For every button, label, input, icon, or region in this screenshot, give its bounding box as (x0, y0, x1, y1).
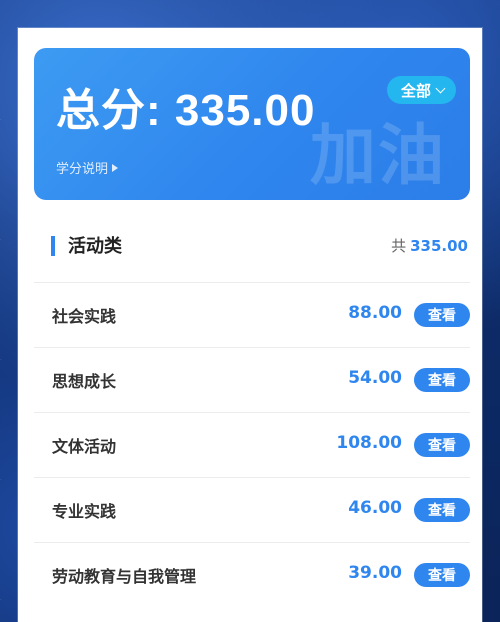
activity-label: 社会实践 (52, 307, 117, 326)
section-total-prefix: 共 (391, 237, 407, 255)
list-item: 社会实践 88.00 查看 (34, 282, 470, 347)
chevron-down-icon (435, 83, 446, 94)
section-header: 活动类 共 335.00 (34, 223, 470, 273)
credit-explanation-label: 学分说明 (56, 162, 109, 177)
activity-score: 39.00 (348, 563, 402, 583)
credits-panel: 加油 总分: 335.00 学分说明 全部 活动类 共 335.00 社会实践 8… (18, 28, 482, 622)
activity-label: 文体活动 (52, 437, 117, 456)
list-item: 文体活动 108.00 查看 (34, 412, 470, 477)
activity-score: 46.00 (348, 498, 402, 518)
activity-label: 专业实践 (52, 502, 117, 521)
triangle-right-icon (112, 163, 119, 172)
activity-score: 88.00 (348, 303, 402, 323)
list-item: 专业实践 46.00 查看 (34, 477, 470, 542)
activity-score: 108.00 (336, 433, 402, 453)
total-score: 总分: 335.00 (56, 86, 316, 135)
activity-label: 劳动教育与自我管理 (52, 567, 197, 586)
section-title: 活动类 (68, 236, 122, 257)
watermark-text: 加油 (310, 117, 446, 194)
view-button[interactable]: 查看 (414, 368, 470, 392)
activity-label: 思想成长 (52, 372, 117, 391)
section-total: 共 335.00 (391, 235, 468, 256)
list-item: 思想成长 54.00 查看 (34, 347, 470, 412)
section-accent-bar (51, 236, 55, 256)
view-button[interactable]: 查看 (414, 498, 470, 522)
score-card: 加油 总分: 335.00 学分说明 全部 (34, 48, 470, 200)
view-button[interactable]: 查看 (414, 433, 470, 457)
view-button[interactable]: 查看 (414, 303, 470, 327)
list-item: 劳动教育与自我管理 39.00 查看 (34, 542, 470, 607)
activity-list: 社会实践 88.00 查看 思想成长 54.00 查看 文体活动 108.00 … (34, 282, 470, 607)
filter-dropdown[interactable]: 全部 (386, 76, 456, 104)
activity-score: 54.00 (348, 368, 402, 388)
section-total-value: 335.00 (410, 237, 468, 255)
filter-label: 全部 (400, 81, 431, 100)
credit-explanation-link[interactable]: 学分说明 (56, 158, 119, 177)
view-button[interactable]: 查看 (414, 563, 470, 587)
